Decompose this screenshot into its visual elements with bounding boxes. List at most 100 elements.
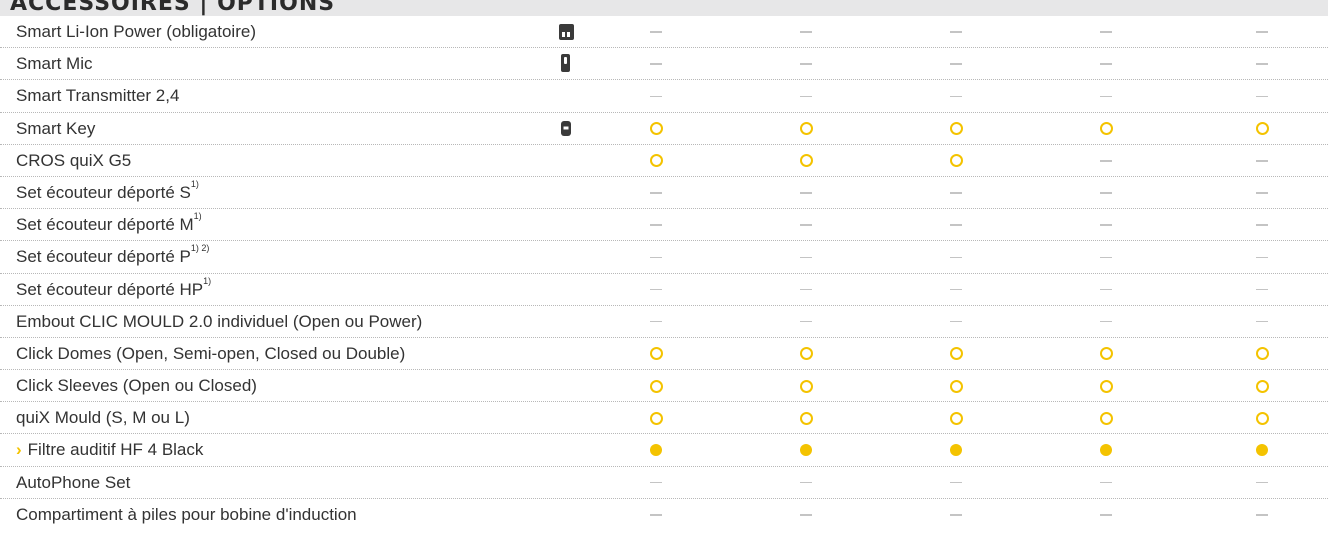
not-available-mark: [636, 80, 676, 112]
mark-symbol: [1256, 444, 1268, 457]
mark-symbol: [650, 444, 662, 457]
row-label-text: Filtre auditif HF 4 Black: [27, 440, 204, 460]
not-available-mark: [786, 16, 826, 48]
not-available-mark: [936, 48, 976, 80]
mark-symbol: [950, 192, 962, 194]
not-available-mark: [636, 16, 676, 48]
optional-mark: [1086, 370, 1126, 402]
not-available-mark: [1242, 16, 1282, 48]
mark-symbol: [800, 192, 812, 194]
optional-mark: [636, 370, 676, 402]
row-label-text: Set écouteur déporté P: [16, 247, 191, 267]
mark-symbol: [649, 379, 663, 393]
row-label-text: Compartiment à piles pour bobine d'induc…: [16, 504, 357, 524]
row-label-text: Smart Li-Ion Power (obligatoire): [16, 22, 256, 41]
mark-symbol: [800, 63, 812, 65]
table-row: Set écouteur déporté P1) 2): [0, 241, 1328, 274]
not-available-mark: [636, 241, 676, 273]
not-available-mark: [786, 306, 826, 338]
not-available-mark: [1242, 48, 1282, 80]
table-row: Smart Mic: [0, 48, 1328, 81]
table-row: Smart Li-Ion Power (obligatoire): [0, 16, 1328, 49]
smart-mic-icon: [556, 48, 578, 80]
mark-symbol: [649, 411, 663, 425]
not-available-mark: [1242, 145, 1282, 177]
row-label: Smart Li-Ion Power (obligatoire): [16, 16, 256, 48]
mark-symbol: [1100, 320, 1112, 323]
mark-symbol: [1255, 379, 1269, 393]
mark-symbol: [950, 224, 962, 226]
mark-symbol: [1256, 63, 1268, 65]
optional-mark: [1086, 402, 1126, 434]
mark-symbol: [1255, 411, 1269, 425]
row-label: Set écouteur déporté M1): [16, 209, 202, 241]
mark-symbol: [800, 224, 812, 226]
mark-symbol: [649, 154, 663, 168]
row-label: Smart Mic: [16, 48, 93, 80]
optional-mark: [636, 338, 676, 370]
not-available-mark: [1242, 306, 1282, 338]
not-available-mark: [936, 467, 976, 499]
optional-mark: [936, 338, 976, 370]
mark-symbol: [950, 63, 962, 65]
not-available-mark: [936, 209, 976, 241]
optional-mark: [786, 402, 826, 434]
optional-mark: [1086, 113, 1126, 145]
optional-mark: [936, 402, 976, 434]
mark-symbol: [650, 192, 662, 194]
row-label-text: AutoPhone Set: [16, 472, 131, 492]
row-label: Embout CLIC MOULD 2.0 individuel (Open o…: [16, 306, 422, 338]
optional-mark: [936, 370, 976, 402]
mark-symbol: [949, 347, 963, 361]
mark-symbol: [950, 481, 962, 484]
not-available-mark: [636, 177, 676, 209]
row-label: Set écouteur déporté HP1): [16, 274, 211, 306]
not-available-mark: [1086, 48, 1126, 80]
mark-symbol: [1100, 444, 1112, 457]
footnote-ref: 1) 2): [190, 243, 210, 254]
not-available-mark: [1086, 241, 1126, 273]
table-row: › Filtre auditif HF 4 Black: [0, 434, 1328, 467]
not-available-mark: [936, 241, 976, 273]
not-available-mark: [1242, 467, 1282, 499]
mark-symbol: [1255, 122, 1269, 136]
optional-mark: [786, 338, 826, 370]
row-label-text: Smart Mic: [16, 54, 93, 74]
not-available-mark: [786, 48, 826, 80]
row-label: quiX Mould (S, M ou L): [16, 402, 190, 434]
not-available-mark: [786, 274, 826, 306]
mark-symbol: [950, 320, 962, 323]
not-available-mark: [936, 16, 976, 48]
table-row: Set écouteur déporté HP1): [0, 274, 1328, 306]
mark-symbol: [1256, 514, 1268, 516]
standard-mark: [1242, 434, 1282, 466]
footnote-ref: 1): [190, 178, 199, 189]
mark-symbol: [649, 347, 663, 361]
table-row: AutoPhone Set: [0, 467, 1328, 499]
row-label-text: quiX Mould (S, M ou L): [16, 408, 190, 428]
mark-symbol: [799, 347, 813, 361]
section-header: ACCESSOIRES | OPTIONS: [0, 0, 1328, 16]
mark-symbol: [800, 514, 812, 516]
not-available-mark: [1242, 499, 1282, 531]
mark-symbol: [1100, 288, 1112, 291]
mark-symbol: [1100, 224, 1112, 226]
mark-symbol: [799, 379, 813, 393]
not-available-mark: [1086, 80, 1126, 112]
not-available-mark: [786, 241, 826, 273]
mark-symbol: [950, 256, 962, 259]
mark-symbol: [649, 122, 663, 136]
not-available-mark: [636, 467, 676, 499]
row-label-text: Set écouteur déporté M: [16, 215, 194, 235]
optional-mark: [786, 113, 826, 145]
mark-symbol: [650, 481, 662, 484]
mark-symbol: [1099, 379, 1113, 393]
not-available-mark: [786, 467, 826, 499]
row-label-text: Smart Transmitter 2,4: [16, 86, 180, 106]
optional-mark: [936, 113, 976, 145]
not-available-mark: [786, 80, 826, 112]
row-label-text: Set écouteur déporté S: [16, 182, 191, 202]
mark-symbol: [1256, 256, 1268, 259]
mark-symbol: [950, 514, 962, 516]
mark-symbol: [1256, 224, 1268, 226]
